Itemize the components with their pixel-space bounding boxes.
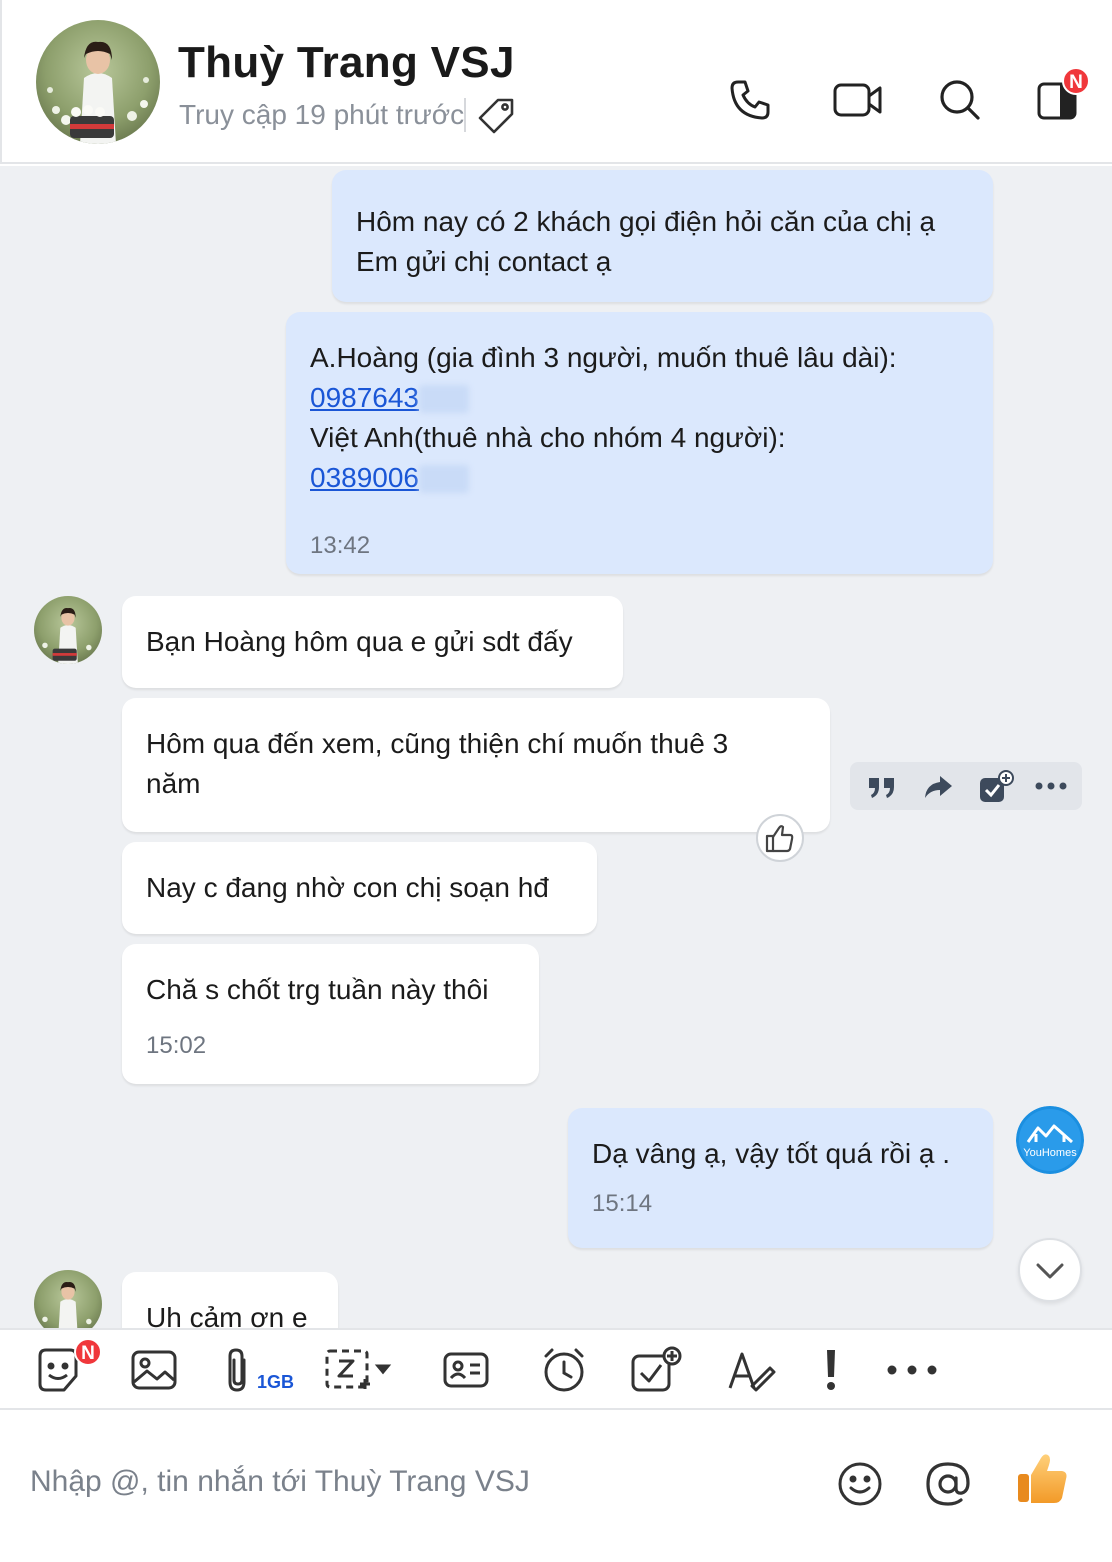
message-bubble-incoming[interactable]: Hôm qua đến xem, cũng thiện chí muốn thu… [122, 698, 830, 832]
youhomes-logo-text: YouHomes [1023, 1147, 1077, 1159]
message-list[interactable]: Hôm nay có 2 khách gọi điện hỏi căn của … [0, 166, 1112, 1328]
message-text: năm [146, 768, 201, 799]
message-bubble-incoming[interactable]: Nay c đang nhờ con chị soạn hđ [122, 842, 597, 934]
message-text: Việt Anh(thuê nhà cho nhóm 4 người): [310, 422, 786, 453]
scroll-to-bottom-button[interactable] [1018, 1238, 1082, 1302]
sender-avatar[interactable] [34, 596, 102, 664]
message-text: A.Hoàng (gia đình 3 người, muốn thuê lâu… [310, 342, 897, 373]
video-icon[interactable] [832, 76, 884, 124]
message-bubble-incoming[interactable]: Bạn Hoàng hôm qua e gửi sdt đấy [122, 596, 623, 688]
tag-icon[interactable] [476, 96, 516, 136]
message-text: Uh cảm ơn e [146, 1302, 308, 1328]
quote-icon[interactable] [866, 770, 898, 802]
sticker-badge: N [74, 1338, 102, 1366]
add-task-icon[interactable] [978, 770, 1014, 802]
search-icon[interactable] [936, 76, 984, 124]
message-text: Hôm nay có 2 khách gọi điện hỏi căn của … [356, 206, 936, 237]
redacted-digits [419, 385, 470, 413]
reminder-icon[interactable] [540, 1346, 588, 1394]
message-bubble-incoming[interactable]: Uh cảm ơn e [122, 1272, 338, 1328]
reaction-like-button[interactable] [756, 814, 804, 862]
composer-toolbar: N 1GB [0, 1328, 1112, 1410]
urgent-icon[interactable] [818, 1346, 844, 1394]
more-icon[interactable] [884, 1346, 940, 1394]
screenshot-icon[interactable] [324, 1346, 400, 1394]
forward-icon[interactable] [922, 770, 954, 802]
contact-name[interactable]: Thuỳ Trang VSJ [178, 38, 515, 88]
message-text: Chă s chốt trg tuần này thôi [146, 974, 489, 1005]
text-format-icon[interactable] [726, 1346, 776, 1394]
message-input[interactable] [30, 1454, 810, 1510]
contact-avatar[interactable] [36, 20, 160, 144]
message-text: Dạ vâng ạ, vậy tốt quá rồi ạ . [592, 1138, 950, 1169]
phone-icon[interactable] [726, 76, 774, 124]
phone-link[interactable]: 0389006 [310, 462, 419, 493]
contact-card-icon[interactable] [442, 1346, 490, 1394]
redacted-digits [419, 465, 470, 493]
image-icon[interactable] [130, 1346, 178, 1394]
message-time: 15:02 [146, 1032, 207, 1059]
sender-avatar[interactable] [34, 1270, 102, 1328]
emoji-icon[interactable] [834, 1458, 886, 1510]
message-time: 13:42 [310, 532, 371, 559]
message-text: Hôm qua đến xem, cũng thiện chí muốn thu… [146, 728, 729, 759]
mention-icon[interactable] [922, 1458, 974, 1510]
todo-icon[interactable] [630, 1346, 682, 1394]
file-size-limit: 1GB [257, 1372, 295, 1392]
more-icon[interactable] [1034, 770, 1067, 802]
notification-badge: N [1062, 67, 1090, 95]
own-avatar[interactable]: YouHomes [1016, 1106, 1084, 1174]
phone-link[interactable]: 0987643 [310, 382, 419, 413]
message-time: 15:14 [592, 1190, 653, 1217]
message-bubble-outgoing[interactable]: A.Hoàng (gia đình 3 người, muốn thuê lâu… [286, 312, 993, 574]
thumbs-up-icon[interactable] [1012, 1448, 1072, 1508]
attach-icon[interactable] [222, 1346, 254, 1394]
message-text: Bạn Hoàng hôm qua e gửi sdt đấy [146, 626, 573, 657]
message-bubble-incoming[interactable]: Chă s chốt trg tuần này thôi 15:02 [122, 944, 539, 1084]
message-actions-bar [850, 762, 1082, 810]
composer [0, 1410, 1112, 1562]
last-seen-status: Truy cập 19 phút trước [179, 99, 465, 130]
chat-header: Thuỳ Trang VSJ Truy cập 19 phút trước N [0, 0, 1112, 164]
message-text: Em gửi chị contact ạ [356, 246, 612, 277]
header-divider [464, 98, 466, 132]
message-bubble-outgoing[interactable]: Hôm nay có 2 khách gọi điện hỏi căn của … [332, 170, 993, 302]
message-bubble-outgoing[interactable]: Dạ vâng ạ, vậy tốt quá rồi ạ . 15:14 [568, 1108, 993, 1248]
message-text: Nay c đang nhờ con chị soạn hđ [146, 872, 549, 903]
